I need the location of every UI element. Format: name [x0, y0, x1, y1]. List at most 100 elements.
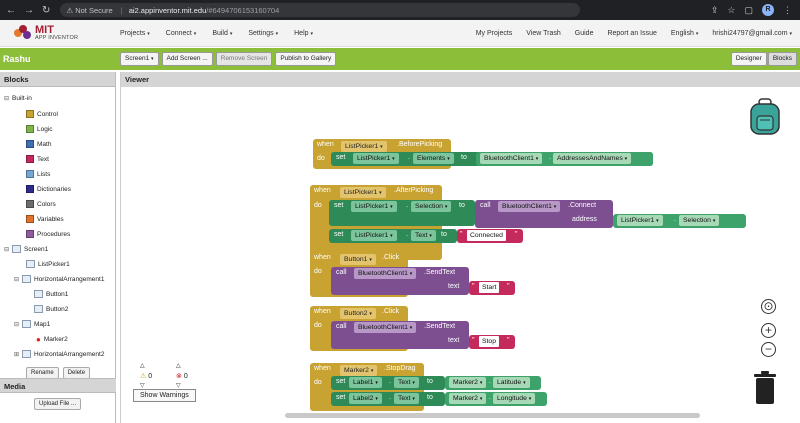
- builtin-text[interactable]: Text: [26, 155, 49, 163]
- builtin-procedures[interactable]: Procedures: [26, 230, 70, 238]
- tab-icon[interactable]: ▢: [744, 5, 753, 16]
- show-warnings-button[interactable]: Show Warnings: [133, 389, 196, 402]
- share-icon[interactable]: ⇪: [711, 5, 719, 16]
- expand-icon[interactable]: ⊞: [14, 351, 22, 358]
- profile-avatar[interactable]: R: [762, 4, 774, 16]
- collapse-icon[interactable]: ⊟: [14, 321, 22, 328]
- backpack-icon[interactable]: [748, 98, 782, 136]
- errors-down-arrow-icon[interactable]: ▽: [176, 382, 181, 389]
- builtin-colors[interactable]: Colors: [26, 200, 56, 208]
- property-dropdown[interactable]: Selection ▾: [679, 215, 720, 226]
- link-report-issue[interactable]: Report an Issue: [607, 30, 656, 37]
- menu-help[interactable]: Help ▾: [294, 30, 313, 37]
- component-dropdown[interactable]: Marker2 ▾: [449, 377, 487, 388]
- menu-connect[interactable]: Connect ▾: [166, 30, 197, 37]
- set-block-label1-text[interactable]: set Label1 ▾ . Text ▾ to: [331, 376, 445, 390]
- property-dropdown[interactable]: Text ▾: [394, 377, 419, 388]
- menu-projects[interactable]: Projects ▾: [120, 30, 150, 37]
- link-view-trash[interactable]: View Trash: [526, 30, 561, 37]
- text-value[interactable]: Start: [479, 282, 500, 293]
- tree-marker2[interactable]: ● Marker2: [36, 335, 68, 344]
- tree-map1[interactable]: ⊟ Map1: [14, 320, 50, 328]
- tree-button1[interactable]: Button1: [34, 290, 68, 298]
- workspace-scrollbar[interactable]: [285, 413, 700, 418]
- set-block-listpicker-elements[interactable]: set ListPicker1 ▾ . Elements ▾ to Blueto…: [331, 152, 653, 166]
- set-block-listpicker-selection[interactable]: set ListPicker1 ▾ . Selection ▾ to: [329, 200, 475, 226]
- component-dropdown[interactable]: Label1 ▾: [349, 377, 382, 388]
- tree-builtin[interactable]: ⊟ Built-in: [4, 95, 32, 102]
- publish-gallery-button[interactable]: Publish to Gallery: [275, 52, 337, 66]
- set-block-listpicker-text[interactable]: set ListPicker1 ▾ . Text ▾ to: [329, 229, 457, 243]
- builtin-math[interactable]: Math: [26, 140, 51, 148]
- tree-listpicker1[interactable]: ListPicker1: [26, 260, 70, 268]
- text-block-start[interactable]: " Start ": [469, 281, 515, 295]
- bookmark-star-icon[interactable]: ☆: [727, 5, 735, 16]
- warnings-down-arrow-icon[interactable]: ▽: [140, 382, 145, 389]
- zoom-out-icon[interactable]: −: [761, 342, 776, 357]
- call-block-bluetooth-sendtext-start[interactable]: call BluetoothClient1 ▾ .SendText text: [331, 267, 469, 295]
- text-block-stop[interactable]: " Stop ": [469, 335, 515, 349]
- component-dropdown[interactable]: ListPicker1 ▾: [341, 141, 387, 152]
- errors-up-arrow-icon[interactable]: △: [176, 362, 181, 369]
- tree-button2[interactable]: Button2: [34, 305, 68, 313]
- tree-screen1[interactable]: ⊟ Screen1: [4, 245, 48, 253]
- component-dropdown[interactable]: ListPicker1 ▾: [351, 201, 397, 212]
- property-dropdown[interactable]: Elements ▾: [413, 153, 454, 164]
- component-dropdown[interactable]: BluetoothClient1 ▾: [498, 201, 561, 212]
- collapse-icon[interactable]: ⊟: [4, 95, 12, 102]
- reload-icon[interactable]: ↻: [42, 5, 50, 16]
- builtin-dictionaries[interactable]: Dictionaries: [26, 185, 71, 193]
- add-screen-button[interactable]: Add Screen ...: [161, 52, 213, 66]
- collapse-icon[interactable]: ⊟: [4, 246, 12, 253]
- component-dropdown[interactable]: ListPicker1 ▾: [340, 187, 386, 198]
- component-dropdown[interactable]: BluetoothClient1 ▾: [354, 268, 417, 279]
- app-logo[interactable]: MIT APP INVENTOR: [0, 25, 120, 41]
- upload-file-button[interactable]: Upload File ...: [34, 398, 82, 410]
- getter-block-listpicker-selection[interactable]: ListPicker1 ▾ . Selection ▾: [613, 214, 746, 228]
- component-dropdown[interactable]: Button2 ▾: [340, 308, 376, 319]
- blocks-button[interactable]: Blocks: [767, 52, 797, 66]
- account-menu[interactable]: hrishi24797@gmail.com ▾: [712, 30, 792, 37]
- builtin-logic[interactable]: Logic: [26, 125, 53, 133]
- builtin-lists[interactable]: Lists: [26, 170, 50, 178]
- property-dropdown[interactable]: Text ▾: [394, 393, 419, 404]
- more-menu-icon[interactable]: ⋮: [783, 5, 792, 16]
- set-block-label2-text[interactable]: set Label2 ▾ . Text ▾ to: [331, 392, 445, 406]
- text-value[interactable]: Connected: [467, 230, 506, 241]
- text-block-connected[interactable]: " Connected ": [457, 229, 523, 243]
- property-dropdown[interactable]: Text ▾: [411, 230, 436, 241]
- forward-icon[interactable]: →: [24, 5, 34, 16]
- builtin-control[interactable]: Control: [26, 110, 58, 118]
- blocks-workspace[interactable]: when ListPicker1 ▾ .BeforePicking do set…: [121, 87, 800, 423]
- link-guide[interactable]: Guide: [575, 30, 594, 37]
- recenter-icon[interactable]: ⊙: [761, 299, 776, 314]
- link-my-projects[interactable]: My Projects: [476, 30, 513, 37]
- menu-settings[interactable]: Settings ▾: [248, 30, 278, 37]
- language-menu[interactable]: English ▾: [671, 30, 698, 37]
- address-bar[interactable]: ⚠ Not Secure | ai2.appinventor.mit.edu /…: [60, 3, 581, 17]
- component-dropdown[interactable]: ListPicker1 ▾: [617, 215, 663, 226]
- call-block-bluetooth-sendtext-stop[interactable]: call BluetoothClient1 ▾ .SendText text: [331, 321, 469, 349]
- component-dropdown[interactable]: ListPicker1 ▾: [353, 153, 399, 164]
- component-dropdown[interactable]: Marker2 ▾: [340, 365, 378, 376]
- not-secure-icon[interactable]: ⚠ Not Secure: [66, 6, 112, 15]
- remove-screen-button[interactable]: Remove Screen: [215, 52, 273, 66]
- trash-icon[interactable]: [752, 371, 778, 405]
- getter-block-marker-longitude[interactable]: Marker2 ▾ . Longitude ▾: [445, 392, 547, 406]
- component-dropdown[interactable]: BluetoothClient1 ▾: [480, 153, 543, 164]
- component-dropdown[interactable]: ListPicker1 ▾: [351, 230, 397, 241]
- screen-select[interactable]: Screen1 ▾: [120, 52, 159, 66]
- text-value[interactable]: Stop: [479, 336, 499, 347]
- getter-block-bluetooth-addresses[interactable]: BluetoothClient1 ▾ . AddressesAndNames ▾: [476, 152, 653, 166]
- property-dropdown[interactable]: AddressesAndNames ▾: [553, 153, 632, 164]
- call-block-bluetooth-connect[interactable]: call BluetoothClient1 ▾ .Connect address: [475, 200, 613, 228]
- property-dropdown[interactable]: Selection ▾: [411, 201, 452, 212]
- back-icon[interactable]: ←: [6, 5, 16, 16]
- component-dropdown[interactable]: BluetoothClient1 ▾: [354, 322, 417, 333]
- menu-build[interactable]: Build ▾: [212, 30, 232, 37]
- property-dropdown[interactable]: Longitude ▾: [493, 393, 536, 404]
- tree-horizontalarrangement1[interactable]: ⊟ HorizontalArrangement1: [14, 275, 104, 283]
- zoom-in-icon[interactable]: +: [761, 323, 776, 338]
- component-dropdown[interactable]: Label2 ▾: [349, 393, 382, 404]
- getter-block-marker-latitude[interactable]: Marker2 ▾ . Latitude ▾: [445, 376, 541, 390]
